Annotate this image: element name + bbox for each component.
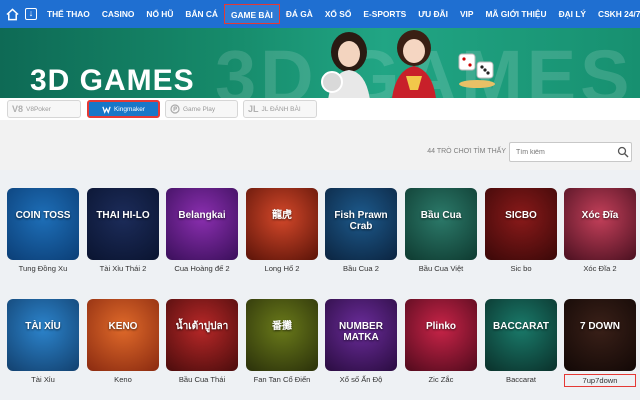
game-thumbnail-art: 7 DOWN <box>580 321 620 332</box>
jl-logo-icon: JL <box>248 104 259 114</box>
game-card[interactable]: KENO Keno <box>87 299 159 384</box>
game-thumbnail[interactable]: 龍虎 <box>246 188 318 260</box>
nav-item[interactable]: MÃ GIỚI THIỆU <box>479 4 552 24</box>
game-card[interactable]: 7 DOWN 7up7down <box>564 299 636 387</box>
game-card[interactable]: น้ำเต้าปูปลา Bầu Cua Thái <box>166 299 238 384</box>
nav-item[interactable]: NỔ HŨ <box>140 4 179 24</box>
game-grid: COIN TOSS Tung Đồng Xu THAI HI-LO Tài Xỉu T… <box>0 170 640 400</box>
banner-title: 3D GAMES <box>30 64 195 97</box>
nav-item[interactable]: THỂ THAO <box>41 4 96 24</box>
nav-item[interactable]: BẮN CÁ <box>179 4 224 24</box>
game-thumbnail-art: Fish Prawn Crab <box>334 210 388 232</box>
game-name[interactable]: Bầu Cua Việt <box>405 264 477 273</box>
game-thumbnail[interactable]: COIN TOSS <box>7 188 79 260</box>
game-card[interactable]: SICBO Sic bo <box>485 188 557 273</box>
nav-item[interactable]: ĐẠI LÝ <box>553 4 592 24</box>
game-name[interactable]: Tài Xỉu Thái 2 <box>87 264 159 273</box>
game-name[interactable]: Xóc Đĩa 2 <box>564 264 636 273</box>
game-card[interactable]: TÀI XỈU Tài Xỉu <box>7 299 79 384</box>
download-icon[interactable]: ↓ <box>25 0 37 28</box>
game-thumbnail[interactable]: NUMBER MATKA <box>325 299 397 371</box>
game-name[interactable]: Cua Hoàng đế 2 <box>166 264 238 273</box>
game-card[interactable]: Fish Prawn Crab Bầu Cua 2 <box>325 188 397 273</box>
game-card[interactable]: 番攤 Fan Tan Cổ Điển <box>246 299 318 384</box>
game-card[interactable]: Bầu Cua Bầu Cua Việt <box>405 188 477 273</box>
kingmaker-logo-icon <box>102 106 111 114</box>
nav-item[interactable]: ĐÁ GÀ <box>280 4 319 24</box>
game-thumbnail-art: Xóc Đĩa <box>581 210 619 221</box>
game-thumbnail-art: THAI HI-LO <box>96 210 150 221</box>
game-thumbnail-art: น้ำเต้าปูปลา <box>175 321 229 332</box>
banner-dice-icon <box>458 53 495 88</box>
home-icon[interactable] <box>6 0 19 28</box>
nav-item[interactable]: CASINO <box>96 4 141 24</box>
game-name[interactable]: Bầu Cua Thái <box>166 375 238 384</box>
nav-menu: THỂ THAO CASINO NỔ HŨ BẮN CÁ GAME BÀI ĐÁ GÀ XỔ… <box>41 0 640 28</box>
nav-item[interactable]: E-SPORTS <box>357 4 412 24</box>
game-name[interactable]: Tung Đồng Xu <box>7 264 79 273</box>
provider-tab-kingmaker[interactable]: Kingmaker <box>87 100 160 118</box>
game-thumbnail-art: Belangkai <box>178 210 226 221</box>
game-name[interactable]: Keno <box>87 375 159 384</box>
game-thumbnail[interactable]: THAI HI-LO <box>87 188 159 260</box>
game-thumbnail[interactable]: Fish Prawn Crab <box>325 188 397 260</box>
provider-tab-jl[interactable]: JL JL ĐÁNH BÀI <box>243 100 317 118</box>
v8-logo-icon: V8 <box>12 104 24 114</box>
game-thumbnail-art: Plinko <box>425 321 456 332</box>
game-thumbnail-art: KENO <box>108 321 138 332</box>
search-input[interactable] <box>509 142 632 162</box>
game-thumbnail-art: Bầu Cua <box>420 210 462 221</box>
nav-item[interactable]: GAME BÀI <box>223 4 280 24</box>
game-name[interactable]: Bầu Cua 2 <box>325 264 397 273</box>
nav-item[interactable]: XỔ SỐ <box>319 4 358 24</box>
game-thumbnail-art: COIN TOSS <box>15 210 71 221</box>
game-thumbnail[interactable]: KENO <box>87 299 159 371</box>
game-thumbnail-art: 番攤 <box>272 321 292 332</box>
game-thumbnail[interactable]: 7 DOWN <box>564 299 636 371</box>
game-thumbnail[interactable]: น้ำเต้าปูปลา <box>166 299 238 371</box>
game-name[interactable]: Baccarat <box>485 375 557 384</box>
results-count: 44 TRÒ CHƠI TÌM THẤY <box>427 148 506 155</box>
game-name[interactable]: 7up7down <box>564 374 636 387</box>
game-name[interactable]: Fan Tan Cổ Điển <box>246 375 318 384</box>
nav-item[interactable]: VIP <box>454 4 480 24</box>
game-thumbnail[interactable]: TÀI XỈU <box>7 299 79 371</box>
game-name[interactable]: Xổ số Ấn Độ <box>325 375 397 384</box>
banner-character-left <box>321 32 370 98</box>
gameplay-logo-icon <box>170 104 180 114</box>
game-thumbnail-art: BACCARAT <box>493 321 549 332</box>
game-thumbnail[interactable]: Xóc Đĩa <box>564 188 636 260</box>
game-name[interactable]: Sic bo <box>485 264 557 273</box>
game-card[interactable]: Belangkai Cua Hoàng đế 2 <box>166 188 238 273</box>
game-card[interactable]: THAI HI-LO Tài Xỉu Thái 2 <box>87 188 159 273</box>
game-thumbnail[interactable]: Plinko <box>405 299 477 371</box>
game-thumbnail-art: TÀI XỈU <box>25 321 61 332</box>
game-card[interactable]: COIN TOSS Tung Đồng Xu <box>7 188 79 273</box>
game-card[interactable]: Plinko Zic Zắc <box>405 299 477 384</box>
game-thumbnail[interactable]: Bầu Cua <box>405 188 477 260</box>
nav-item[interactable]: ƯU ĐÃI <box>412 4 454 24</box>
game-thumbnail-art: NUMBER MATKA <box>339 321 383 343</box>
banner-character-right <box>392 30 436 98</box>
game-thumbnail-art: 龍虎 <box>272 210 292 221</box>
hero-banner: 3D GAMES 3D GAMES <box>0 28 640 98</box>
game-thumbnail[interactable]: SICBO <box>485 188 557 260</box>
game-name[interactable]: Zic Zắc <box>405 375 477 384</box>
provider-tab-v8poker[interactable]: V8 V8Poker <box>7 100 81 118</box>
game-name[interactable]: Tài Xỉu <box>7 375 79 384</box>
game-card[interactable]: Xóc Đĩa Xóc Đĩa 2 <box>564 188 636 273</box>
provider-tabs: V8 V8Poker Kingmaker Game Play JL JL ĐÁN… <box>0 98 640 120</box>
game-thumbnail[interactable]: BACCARAT <box>485 299 557 371</box>
search-icon[interactable] <box>617 146 629 158</box>
game-name[interactable]: Long Hổ 2 <box>246 264 318 273</box>
game-thumbnail[interactable]: Belangkai <box>166 188 238 260</box>
provider-tab-gameplay[interactable]: Game Play <box>165 100 238 118</box>
game-card[interactable]: BACCARAT Baccarat <box>485 299 557 384</box>
game-card[interactable]: 龍虎 Long Hổ 2 <box>246 188 318 273</box>
top-nav: ↓ THỂ THAO CASINO NỔ HŨ BẮN CÁ GAME BÀI ĐÁ GÀ… <box>0 0 640 28</box>
game-card[interactable]: NUMBER MATKA Xổ số Ấn Độ <box>325 299 397 384</box>
game-thumbnail[interactable]: 番攤 <box>246 299 318 371</box>
nav-item[interactable]: CSKH 24/7 <box>592 4 640 24</box>
game-thumbnail-art: SICBO <box>505 210 537 221</box>
